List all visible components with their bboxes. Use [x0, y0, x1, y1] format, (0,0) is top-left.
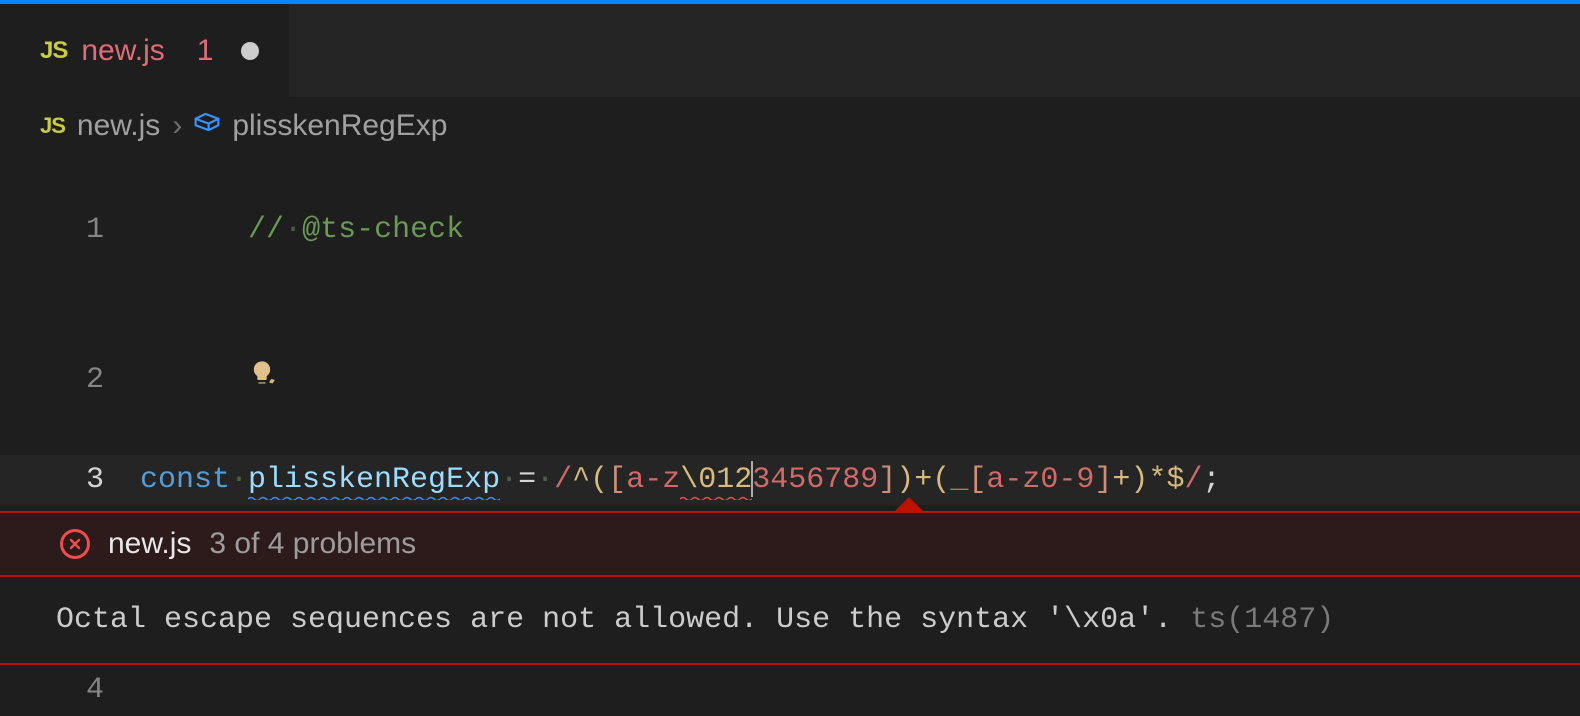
regex-token: )	[896, 463, 914, 497]
regex-token: [	[608, 463, 626, 497]
code-line[interactable]: 2	[0, 305, 1580, 455]
code-line[interactable]: 1 //·@ts-check	[0, 155, 1580, 305]
regex-delim: /	[1184, 463, 1202, 497]
tab-filename: new.js	[81, 34, 164, 68]
editor-tab[interactable]: JS new.js 1	[0, 4, 290, 97]
whitespace-dot: ·	[500, 463, 518, 497]
comment-token: //	[248, 213, 284, 247]
chevron-right-icon: ›	[172, 109, 182, 143]
regex-token: )	[1130, 463, 1148, 497]
regex-token: +	[914, 463, 932, 497]
breadcrumb-file[interactable]: new.js	[77, 109, 160, 143]
punct-token: ;	[1202, 463, 1220, 497]
code-editor[interactable]: 4	[0, 665, 1580, 715]
variable-symbol-icon	[194, 109, 220, 143]
regex-token: _	[950, 463, 968, 497]
line-number: 2	[0, 355, 140, 405]
whitespace-dot: ·	[536, 463, 554, 497]
regex-token: ^	[572, 463, 590, 497]
regex-token: (	[932, 463, 950, 497]
regex-token: 3456789	[752, 463, 878, 497]
problem-peek-header[interactable]: new.js 3 of 4 problems	[0, 511, 1580, 577]
whitespace-dot: ·	[230, 463, 248, 497]
tab-problem-count: 1	[197, 34, 214, 68]
line-number: 3	[0, 455, 140, 505]
breadcrumb[interactable]: JS new.js › plisskenRegExp	[0, 97, 1580, 155]
line-number: 4	[0, 665, 140, 715]
regex-token: ]	[878, 463, 896, 497]
keyword-token: const	[140, 463, 230, 497]
regex-token: *	[1148, 463, 1166, 497]
regex-token: $	[1166, 463, 1184, 497]
line-number: 1	[0, 205, 140, 255]
tab-dirty-indicator-icon[interactable]	[241, 42, 259, 60]
problem-peek-body[interactable]: Octal escape sequences are not allowed. …	[0, 577, 1580, 665]
lightbulb-icon[interactable]	[248, 359, 276, 387]
code-editor[interactable]: 1 //·@ts-check 2 3 const·plisskenRegExp·…	[0, 155, 1580, 505]
regex-delim: /	[554, 463, 572, 497]
regex-token: +	[1112, 463, 1130, 497]
regex-token: ]	[1094, 463, 1112, 497]
problem-diagnostic-code: ts(1487)	[1190, 603, 1334, 637]
identifier-token: plisskenRegExp	[248, 463, 500, 497]
editor-tab-bar: JS new.js 1	[0, 0, 1580, 97]
regex-token: a-z0-9	[986, 463, 1094, 497]
js-file-icon: JS	[40, 113, 65, 139]
problem-file-label: new.js	[108, 527, 191, 561]
breadcrumb-symbol[interactable]: plisskenRegExp	[232, 109, 447, 143]
regex-token: (	[590, 463, 608, 497]
problem-count-label: 3 of 4 problems	[209, 527, 416, 561]
operator-token: =	[518, 463, 536, 497]
js-file-icon: JS	[40, 37, 67, 65]
regex-token: [	[968, 463, 986, 497]
whitespace-dot: ·	[284, 213, 302, 247]
regex-escape-token: \012	[680, 463, 752, 497]
code-line[interactable]: 3 const·plisskenRegExp·=·/^([a-z\0123456…	[0, 455, 1580, 505]
comment-token: @ts-check	[302, 213, 464, 247]
code-line[interactable]: 4	[0, 665, 1580, 715]
regex-token: a-z	[626, 463, 680, 497]
error-icon	[60, 529, 90, 559]
problem-message: Octal escape sequences are not allowed. …	[56, 603, 1172, 637]
